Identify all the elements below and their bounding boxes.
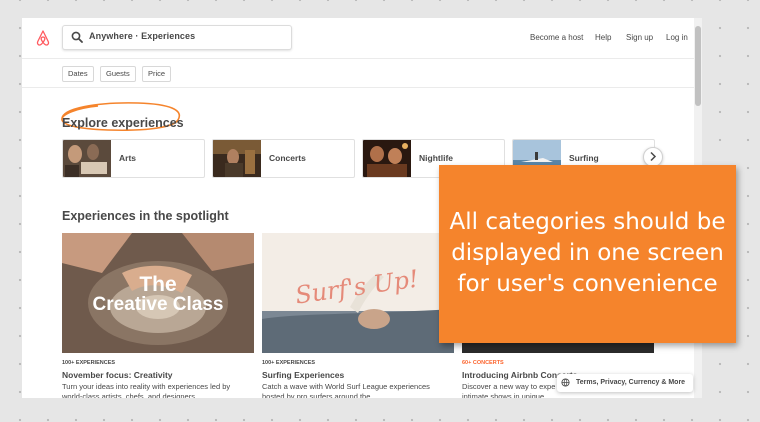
footer-links-button[interactable]: Terms, Privacy, Currency & More: [557, 374, 694, 392]
surfs-up-image: Surf's Up!: [262, 233, 454, 353]
explore-heading: Explore experiences: [62, 116, 184, 130]
card-title: November focus: Creativity: [62, 370, 173, 380]
creative-image-line-1: The: [139, 273, 176, 296]
footer-links-label: Terms, Privacy, Currency & More: [576, 379, 686, 386]
price-filter-button[interactable]: Price: [142, 66, 172, 82]
creative-class-image: The Creative Class: [62, 233, 254, 353]
filter-bar: Dates Guests Price: [22, 59, 694, 88]
arts-thumbnail: [63, 140, 111, 177]
category-card-arts[interactable]: Arts: [62, 139, 205, 178]
card-kicker: 100+ EXPERIENCES: [262, 360, 316, 366]
category-label-nightlife: Nightlife: [419, 153, 453, 163]
category-card-concerts[interactable]: Concerts: [212, 139, 355, 178]
category-label-concerts: Concerts: [269, 153, 306, 163]
next-categories-button[interactable]: [643, 147, 663, 167]
globe-icon: [561, 378, 570, 387]
guests-filter-button[interactable]: Guests: [100, 66, 136, 82]
help-link[interactable]: Help: [595, 33, 611, 42]
become-host-link[interactable]: Become a host: [530, 33, 583, 42]
search-input-text[interactable]: Anywhere · Experiences: [89, 31, 195, 41]
airbnb-logo-icon[interactable]: [36, 30, 50, 46]
log-in-link[interactable]: Log in: [666, 33, 688, 42]
concerts-thumbnail: [213, 140, 261, 177]
annotation-line-1: All categories should be: [449, 209, 726, 235]
creative-image-line-2: Creative Class: [93, 294, 224, 315]
top-nav: Anywhere · Experiences Become a host Hel…: [22, 18, 694, 59]
annotation-text: All categories should be displayed in on…: [439, 207, 736, 300]
search-icon: [71, 31, 83, 43]
annotation-line-2: displayed in one screen: [451, 240, 724, 266]
card-title: Surfing Experiences: [262, 370, 345, 380]
annotation-callout: All categories should be displayed in on…: [439, 165, 736, 343]
nightlife-thumbnail: [363, 140, 411, 177]
category-label-surfing: Surfing: [569, 153, 599, 163]
search-bar[interactable]: Anywhere · Experiences: [62, 25, 292, 50]
card-description: Catch a wave with World Surf League expe…: [262, 382, 430, 398]
category-label-arts: Arts: [119, 153, 137, 163]
chevron-right-icon: [650, 151, 657, 162]
sign-up-link[interactable]: Sign up: [626, 33, 653, 42]
card-kicker: 60+ CONCERTS: [462, 360, 504, 366]
card-kicker: 100+ EXPERIENCES: [62, 360, 116, 366]
card-description: Discover a new way to expe intimate show…: [462, 382, 556, 398]
scrollbar-thumb[interactable]: [695, 26, 701, 106]
spotlight-heading: Experiences in the spotlight: [62, 209, 229, 223]
card-description: Turn your ideas into reality with experi…: [62, 382, 231, 398]
dates-filter-button[interactable]: Dates: [62, 66, 94, 82]
annotation-line-3: for user's convenience: [457, 271, 718, 297]
